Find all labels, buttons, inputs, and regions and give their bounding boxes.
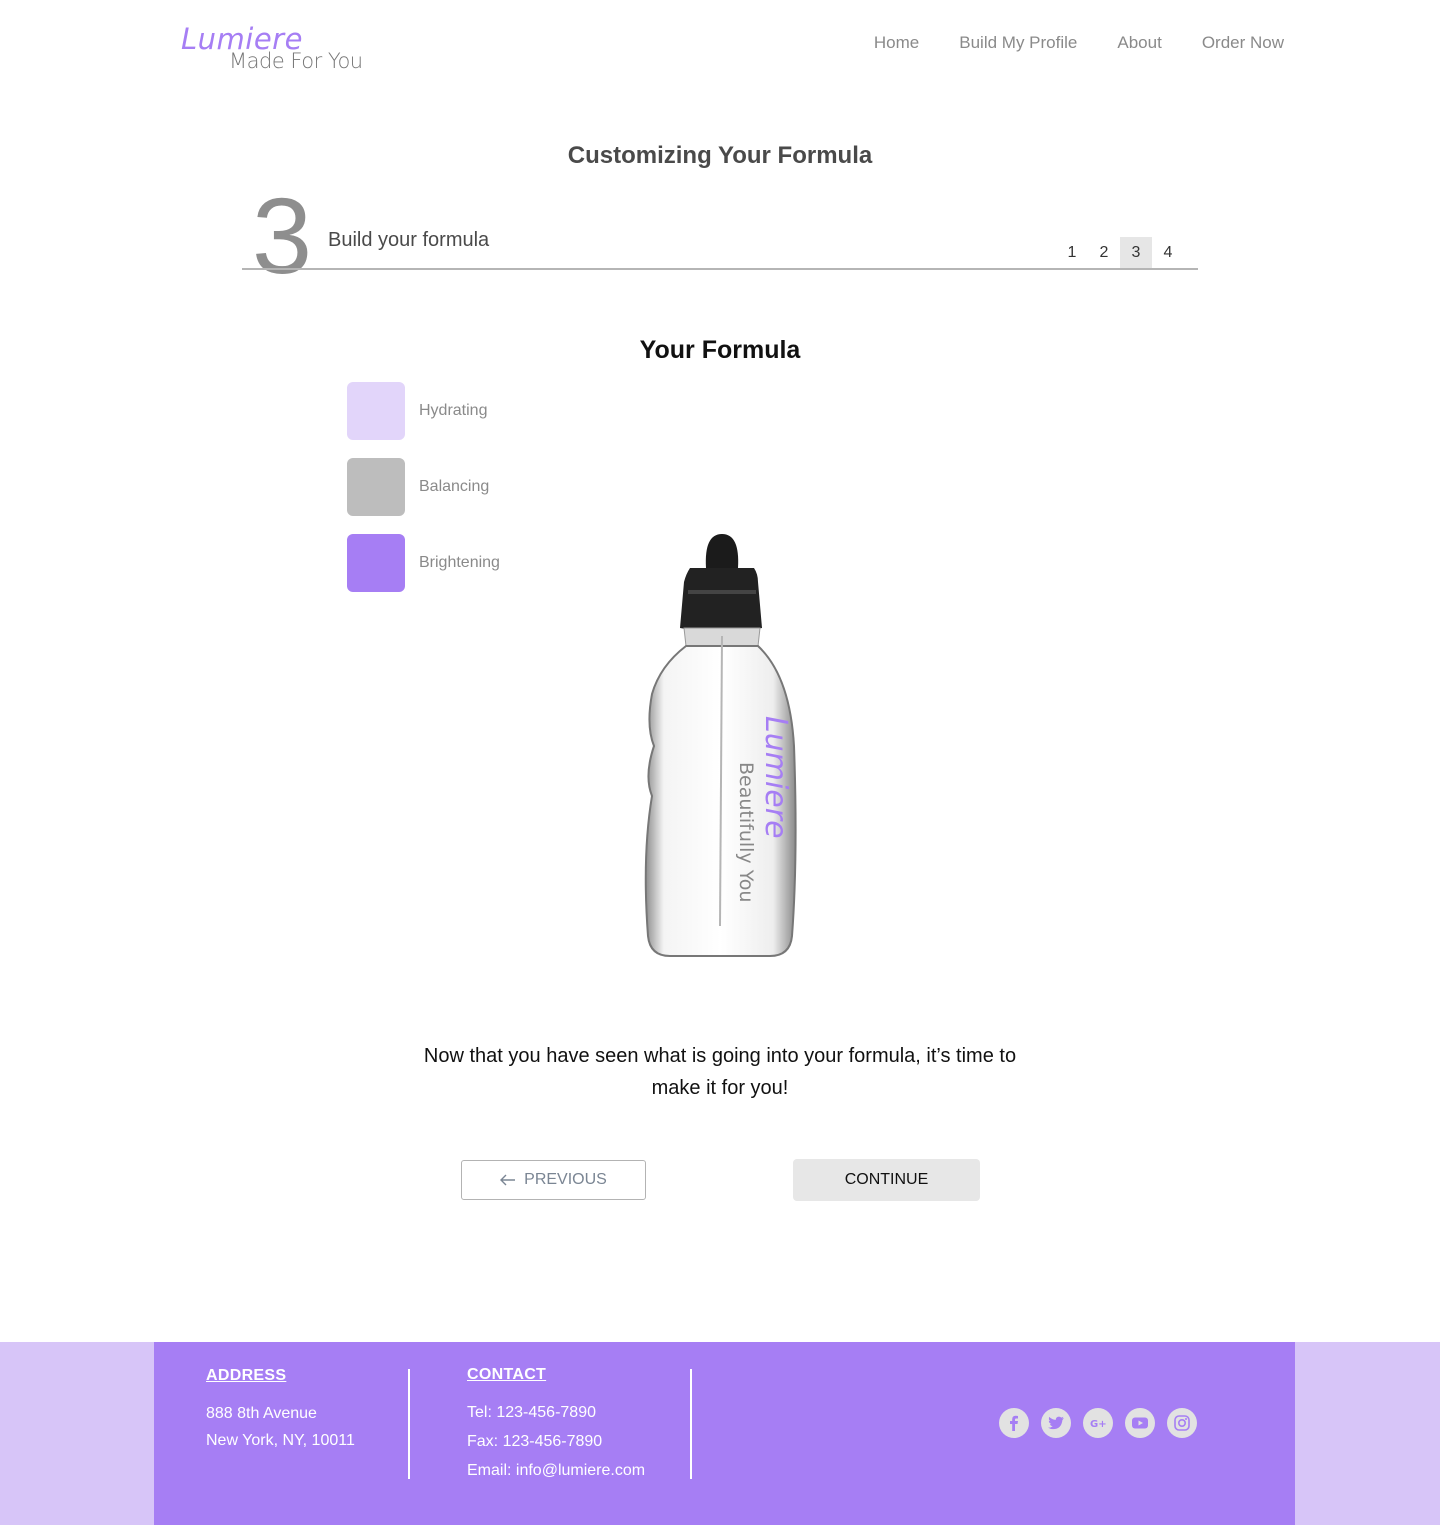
footer: ADDRESS 888 8th Avenue New York, NY, 100… — [154, 1342, 1295, 1525]
youtube-icon[interactable] — [1125, 1408, 1155, 1438]
arrow-left-icon — [500, 1174, 516, 1186]
step-label: Build your formula — [328, 229, 490, 251]
dropper-bottle-image: Lumiere Beautifully You — [644, 534, 797, 957]
brand-logo[interactable]: Lumiere Made For You — [181, 22, 381, 78]
footer-address-line1: 888 8th Avenue — [206, 1405, 317, 1422]
bottle-tagline-text: Beautifully You — [735, 762, 757, 902]
formula-title: Your Formula — [639, 336, 801, 364]
previous-button[interactable]: PREVIOUS — [461, 1160, 646, 1200]
step-page-1[interactable]: 1 — [1056, 237, 1088, 268]
continue-button[interactable]: CONTINUE — [793, 1159, 980, 1201]
bottle-brand-text: Lumiere — [758, 716, 793, 839]
social-links: G+ — [999, 1408, 1197, 1438]
step-pager: 1 2 3 4 — [1056, 237, 1184, 268]
footer-tel: Tel: 123-456-7890 — [467, 1404, 596, 1421]
step-page-4[interactable]: 4 — [1152, 237, 1184, 268]
step-page-2[interactable]: 2 — [1088, 237, 1120, 268]
step-number: 3 — [252, 175, 313, 296]
nav-about[interactable]: About — [1117, 33, 1161, 53]
footer-fax: Fax: 123-456-7890 — [467, 1433, 603, 1450]
ingredient-item: Balancing — [347, 458, 489, 516]
brand-tagline: Made For You — [229, 49, 363, 73]
previous-button-label: PREVIOUS — [524, 1171, 607, 1188]
main-nav: Home Build My Profile About Order Now — [874, 33, 1284, 53]
footer-divider — [408, 1369, 410, 1479]
instagram-icon[interactable] — [1167, 1408, 1197, 1438]
footer-divider — [690, 1369, 692, 1479]
ingredient-label: Balancing — [419, 478, 490, 495]
ingredient-swatch-hydrating — [347, 382, 405, 440]
step-divider — [242, 268, 1198, 270]
page-title: Customizing Your Formula — [567, 142, 873, 169]
footer-email[interactable]: Email: info@lumiere.com — [467, 1462, 645, 1480]
ingredient-label: Hydrating — [419, 402, 488, 419]
ingredient-swatch-balancing — [347, 458, 405, 516]
footer-contact-title: CONTACT — [467, 1366, 547, 1383]
ingredient-item: Hydrating — [347, 382, 487, 440]
footer-address-line2: New York, NY, 10011 — [206, 1432, 355, 1449]
svg-text:G+: G+ — [1090, 1419, 1106, 1429]
continue-button-label: CONTINUE — [844, 1171, 929, 1188]
formula-message: Now that you have seen what is going int… — [423, 1045, 1017, 1099]
facebook-icon[interactable] — [999, 1408, 1029, 1438]
google-plus-icon[interactable]: G+ — [1083, 1408, 1113, 1438]
nav-build-my-profile[interactable]: Build My Profile — [959, 33, 1077, 53]
nav-order-now[interactable]: Order Now — [1202, 33, 1284, 53]
nav-home[interactable]: Home — [874, 33, 919, 53]
twitter-icon[interactable] — [1041, 1408, 1071, 1438]
ingredient-label: Brightening — [419, 554, 500, 571]
footer-address-title: ADDRESS — [206, 1367, 287, 1384]
ingredient-item: Brightening — [347, 534, 500, 592]
step-page-3[interactable]: 3 — [1120, 237, 1152, 268]
ingredient-swatch-brightening — [347, 534, 405, 592]
